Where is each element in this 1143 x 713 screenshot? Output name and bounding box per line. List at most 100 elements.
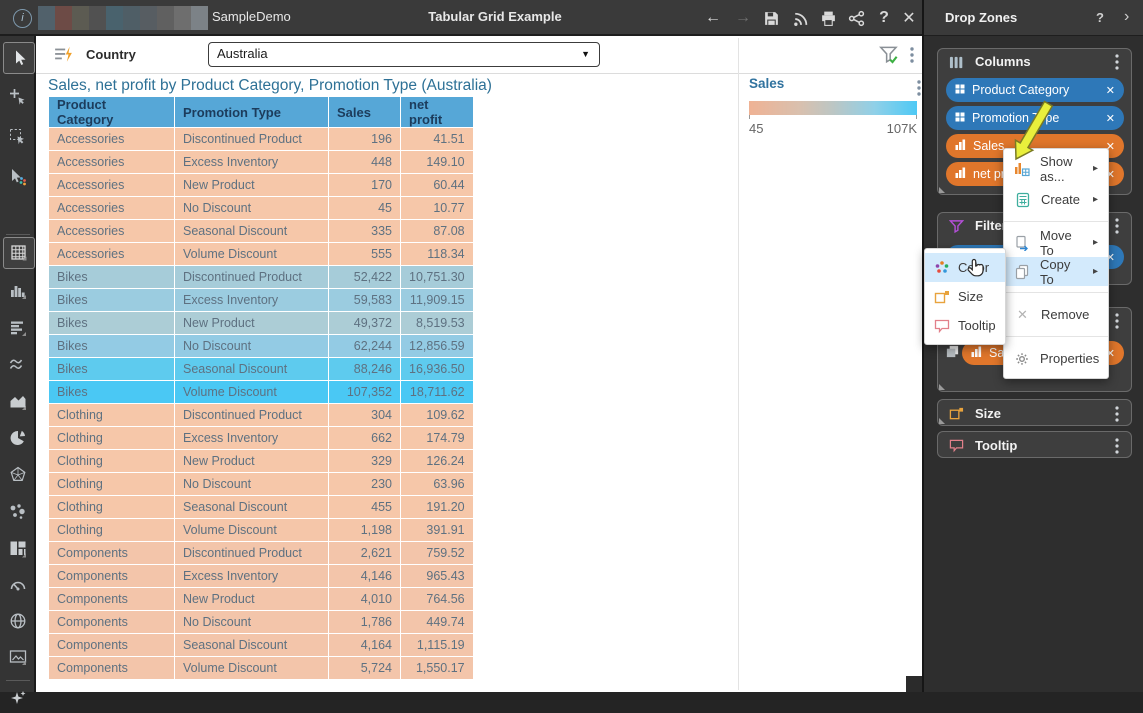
zone-resize-grip[interactable] (939, 384, 945, 390)
tool-scatter-chart[interactable] (3, 497, 33, 527)
table-row[interactable]: ComponentsSeasonal Discount4,1641,115.19 (49, 634, 474, 657)
table-row[interactable]: AccessoriesSeasonal Discount33587.08 (49, 220, 474, 243)
table-row[interactable]: AccessoriesExcess Inventory448149.10 (49, 151, 474, 174)
zone-resize-grip[interactable] (939, 187, 945, 193)
table-row[interactable]: BikesVolume Discount107,35218,711.62 (49, 381, 474, 404)
save-button[interactable] (759, 6, 783, 30)
cell-promotion: Discontinued Product (175, 266, 329, 289)
legend-min-label: 45 (749, 121, 763, 136)
table-row[interactable]: ClothingNew Product329126.24 (49, 450, 474, 473)
cell-category: Clothing (49, 450, 175, 473)
tool-marquee-select[interactable] (3, 122, 33, 152)
table-row[interactable]: ComponentsExcess Inventory4,146965.43 (49, 565, 474, 588)
menu-item-show-as[interactable]: Show as... ▸ (1004, 153, 1108, 184)
cell-category: Bikes (49, 381, 175, 404)
table-row[interactable]: ComponentsNo Discount1,786449.74 (49, 611, 474, 634)
forward-button[interactable]: → (731, 6, 755, 30)
remove-chip-icon[interactable]: ✕ (1106, 84, 1115, 97)
palette-swatch (55, 6, 72, 30)
tool-gauge[interactable] (3, 570, 33, 600)
table-row[interactable]: AccessoriesVolume Discount555118.34 (49, 243, 474, 266)
ai-sparkle-icon (9, 689, 27, 707)
col-header-promotion-type[interactable]: Promotion Type (175, 97, 329, 128)
table-row[interactable]: ClothingNo Discount23063.96 (49, 473, 474, 496)
preview-button[interactable] (788, 6, 812, 30)
tool-polar-chart[interactable] (3, 460, 33, 490)
table-row[interactable]: AccessoriesNo Discount4510.77 (49, 197, 474, 220)
table-row[interactable]: AccessoriesNew Product17060.44 (49, 174, 474, 197)
print-button[interactable] (816, 6, 840, 30)
cell-category: Components (49, 588, 175, 611)
cell-sales: 1,198 (329, 519, 401, 542)
columns-zone-kebab-icon[interactable] (1109, 52, 1125, 72)
table-row[interactable]: BikesNew Product49,3728,519.53 (49, 312, 474, 335)
table-row[interactable]: ClothingExcess Inventory662174.79 (49, 427, 474, 450)
zone-resize-grip[interactable] (939, 418, 945, 424)
tool-bar-chart[interactable] (3, 313, 33, 343)
panel-collapse-icon[interactable]: › (1124, 0, 1129, 33)
table-row[interactable]: ClothingDiscontinued Product304109.62 (49, 404, 474, 427)
tool-ai-assist[interactable] (3, 683, 33, 713)
table-row[interactable]: ClothingSeasonal Discount455191.20 (49, 496, 474, 519)
show-as-icon (1014, 161, 1030, 177)
col-header-net-profit[interactable]: net profit (401, 97, 474, 128)
remove-chip-icon[interactable]: ✕ (1106, 112, 1115, 125)
filter-widget-kebab-icon[interactable] (904, 45, 920, 65)
submenu-item-tooltip[interactable]: Tooltip (925, 311, 1005, 340)
menu-item-copy-to[interactable]: Copy To ▸ (1004, 257, 1108, 286)
funnel-icon (949, 219, 964, 239)
cell-category: Bikes (49, 358, 175, 381)
table-row[interactable]: BikesExcess Inventory59,58311,909.15 (49, 289, 474, 312)
color-zone-kebab-icon[interactable] (1109, 311, 1125, 331)
col-header-sales[interactable]: Sales (329, 97, 401, 128)
table-row[interactable]: ClothingVolume Discount1,198391.91 (49, 519, 474, 542)
cell-net-profit: 16,936.50 (401, 358, 474, 381)
tool-map[interactable] (3, 606, 33, 636)
table-row[interactable]: BikesNo Discount62,24412,856.59 (49, 335, 474, 358)
back-button[interactable]: ← (701, 6, 725, 30)
tool-area-chart[interactable] (3, 387, 33, 417)
help-button[interactable]: ? (872, 6, 896, 30)
menu-item-create[interactable]: Create ▸ (1004, 184, 1108, 215)
table-row[interactable]: ComponentsNew Product4,010764.56 (49, 588, 474, 611)
cell-category: Accessories (49, 243, 175, 266)
tooltip-zone-kebab-icon[interactable] (1109, 436, 1125, 456)
cell-sales: 230 (329, 473, 401, 496)
cell-category: Bikes (49, 335, 175, 358)
filters-zone-kebab-icon[interactable] (1109, 216, 1125, 236)
tool-treemap[interactable] (3, 534, 33, 564)
menu-item-move-to[interactable]: Move To ▸ (1004, 228, 1108, 257)
tool-image-widget[interactable] (3, 642, 33, 672)
tool-tabular-grid[interactable] (3, 237, 35, 269)
chip-promotion-type[interactable]: Promotion Type ✕ (946, 106, 1124, 130)
col-header-product-category[interactable]: Product Category (49, 97, 175, 128)
table-row[interactable]: BikesDiscontinued Product52,42210,751.30 (49, 266, 474, 289)
tool-add-widget[interactable] (3, 82, 33, 112)
size-zone-kebab-icon[interactable] (1109, 404, 1125, 424)
country-dropdown[interactable]: Australia ▼ (208, 42, 600, 67)
table-row[interactable]: AccessoriesDiscontinued Product19641.51 (49, 128, 474, 151)
info-icon[interactable]: i (13, 9, 32, 28)
menu-item-remove[interactable]: ✕ Remove (1004, 299, 1108, 330)
palette-swatch (89, 6, 106, 30)
menu-item-properties[interactable]: Properties (1004, 343, 1108, 374)
close-button[interactable]: ✕ (897, 6, 921, 30)
cell-category: Clothing (49, 427, 175, 450)
tool-pie-chart[interactable] (3, 423, 33, 453)
tool-multi-select-pointer[interactable] (3, 162, 33, 192)
table-row[interactable]: ComponentsDiscontinued Product2,621759.5… (49, 542, 474, 565)
submenu-item-color[interactable]: Color (925, 253, 1005, 282)
treemap-icon (9, 540, 27, 558)
table-row[interactable]: ComponentsVolume Discount5,7241,550.17 (49, 657, 474, 680)
tool-line-chart[interactable] (3, 350, 33, 380)
cell-net-profit: 965.43 (401, 565, 474, 588)
chip-product-category[interactable]: Product Category ✕ (946, 78, 1124, 102)
share-button[interactable] (844, 6, 868, 30)
filter-applied-icon[interactable] (879, 45, 899, 70)
scatter-chart-icon (9, 503, 27, 521)
submenu-item-size[interactable]: Size (925, 282, 1005, 311)
panel-help-icon[interactable]: ? (1096, 0, 1104, 35)
tool-column-chart[interactable] (3, 276, 33, 306)
table-row[interactable]: BikesSeasonal Discount88,24616,936.50 (49, 358, 474, 381)
tool-select-pointer[interactable] (3, 42, 35, 74)
